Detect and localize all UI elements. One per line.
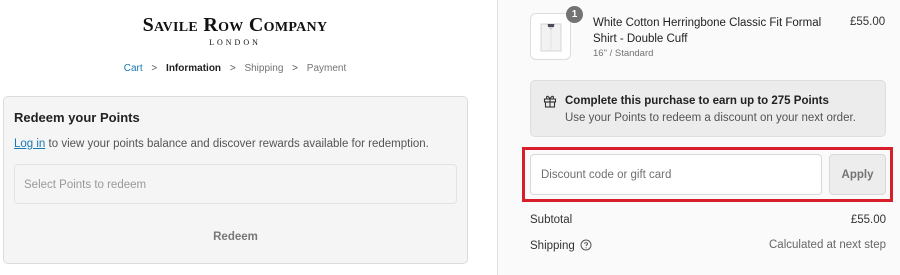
breadcrumb-shipping: Shipping [244,63,284,74]
redeem-points-description-text: to view your points balance and discover… [45,138,429,150]
product-name: White Cotton Herringbone Classic Fit For… [593,17,822,45]
rewards-banner-subtitle: Use your Points to redeem a discount on … [565,112,856,124]
order-summary: 1 White Cotton Herringbone Classic Fit F… [497,0,900,275]
breadcrumb-payment: Payment [306,63,347,74]
login-link[interactable]: Log in [14,138,45,150]
shipping-value: Calculated at next step [769,239,886,251]
shipping-row: Shipping Calculated at next step [530,239,886,252]
chevron-right-icon: > [229,63,236,74]
shipping-label: Shipping [530,240,575,252]
product-price: £55.00 [850,16,886,28]
help-icon[interactable] [580,239,592,251]
product-thumbnail [530,13,571,60]
subtotal-value: £55.00 [850,214,886,226]
points-select[interactable]: Select Points to redeem [14,164,457,204]
redeem-button[interactable]: Redeem [14,221,457,251]
subtotal-row: Subtotal £55.00 [530,214,886,226]
discount-code-input[interactable]: Discount code or gift card [530,154,822,195]
redeem-points-description: Log in to view your points balance and d… [14,138,429,150]
brand-name: Savile Row Company [142,14,328,36]
redeem-points-panel: Redeem your Points Log in to view your p… [3,96,468,264]
rewards-banner-title: Complete this purchase to earn up to 275… [565,95,829,107]
rewards-banner: Complete this purchase to earn up to 275… [530,80,886,137]
checkout-main: Savile Row Company LONDON Cart > Informa… [0,0,497,275]
redeem-points-title: Redeem your Points [14,110,140,125]
chevron-right-icon: > [292,63,298,74]
shirt-image [540,23,562,52]
brand-subtitle: LONDON [209,38,261,47]
chevron-right-icon: > [151,63,158,74]
apply-discount-button[interactable]: Apply [829,154,886,195]
gift-icon [543,95,557,108]
quantity-badge: 1 [566,6,583,23]
breadcrumb: Cart > Information > Shipping > Payment [0,63,470,74]
subtotal-label: Subtotal [530,214,573,226]
breadcrumb-cart[interactable]: Cart [124,63,143,74]
breadcrumb-information: Information [166,63,222,74]
product-variant: 16" / Standard [593,48,654,59]
store-logo[interactable]: Savile Row Company LONDON [0,14,470,47]
